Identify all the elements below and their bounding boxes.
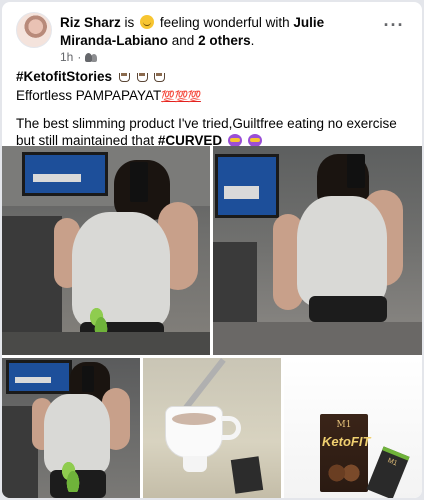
post-card: Riz Sharz is feeling wonderful with Juli… [2,2,422,498]
photo-grid: M1 KetoFIT M1 [2,146,422,498]
dot-separator: · [77,50,82,64]
floor [2,332,210,355]
photo-product-box[interactable]: M1 KetoFIT M1 [284,358,422,498]
plant [62,462,84,492]
phone [130,162,148,202]
friends-icon[interactable] [85,52,98,62]
mug-handle [221,416,241,440]
white-top [297,196,387,306]
is-text: is [124,15,135,30]
phone [347,154,365,188]
sachet-brand: M1 [386,457,399,468]
hundred-icons: 💯💯💯 [161,91,201,103]
coffee-icon [136,73,148,82]
author-avatar[interactable] [16,12,52,48]
tv [22,152,108,196]
others-link[interactable]: 2 others [198,33,251,48]
product-logo: KetoFIT [322,434,371,449]
post-time[interactable]: 1h [60,50,73,64]
mug-base [183,456,207,472]
and-text: and [171,33,195,48]
photo-drink-cup[interactable] [143,358,281,498]
product-sachet: M1 [366,446,410,498]
line-1: #KetofitStories [16,68,412,85]
coffee-icon [118,73,130,82]
tv [215,154,279,218]
post-body: #KetofitStories Effortless PAMPAPAYAT💯💯💯… [16,68,412,151]
sachet [230,456,264,494]
tv [6,360,72,394]
more-options-button[interactable]: ··· [380,16,408,38]
effortless-text: Effortless PAMPAPAYAT [16,88,162,103]
coffee-beans [326,462,362,484]
hashtag-ketofit[interactable]: #KetofitStories [16,69,112,84]
coffee-icon [154,73,166,82]
mug [165,406,223,458]
post-meta: 1h · [60,50,98,64]
photo-mirror-selfie-2[interactable] [213,146,422,355]
post-header-text: Riz Sharz is feeling wonderful with Juli… [60,14,380,50]
feeling-text: feeling wonderful with [159,15,290,30]
pants [309,296,387,322]
line-3: The best slimming product I've tried,Gui… [16,115,412,149]
smiley-icon [140,15,155,29]
product-brand: M1 [336,420,352,430]
photo-mirror-selfie-1[interactable] [2,146,210,355]
line-2: Effortless PAMPAPAYAT💯💯💯 [16,87,412,106]
product-box: M1 KetoFIT [320,414,371,492]
photo-mirror-selfie-3[interactable] [2,358,140,498]
phone [82,366,94,392]
period: . [250,33,255,48]
white-top [72,212,170,328]
counter [213,322,422,355]
post-header: Riz Sharz is feeling wonderful with Juli… [12,12,412,68]
author-name[interactable]: Riz Sharz [60,15,121,30]
